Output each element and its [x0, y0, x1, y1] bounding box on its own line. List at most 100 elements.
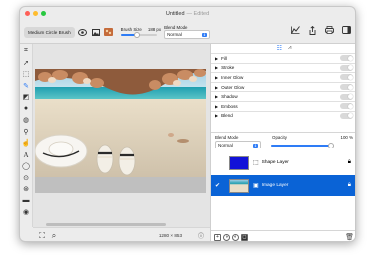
- print-icon[interactable]: [324, 25, 334, 35]
- effect-toggle[interactable]: [340, 93, 353, 100]
- gradient-icon[interactable]: ▬: [22, 197, 31, 206]
- brush-icon[interactable]: ✎: [22, 82, 31, 91]
- clone-stamp-icon[interactable]: ⊙: [22, 174, 31, 183]
- fit-to-screen-icon[interactable]: ⛶: [37, 231, 47, 241]
- layer-name: Shape Layer: [261, 160, 289, 165]
- effect-row[interactable]: ▶ Stroke: [211, 62, 355, 73]
- brush-size-slider[interactable]: [120, 31, 157, 38]
- histogram-icon[interactable]: [290, 25, 300, 35]
- effect-row[interactable]: ▶ Inner Glow: [211, 72, 355, 82]
- shape-layer-icon: ⬚: [253, 160, 259, 166]
- layers-list: ⬚ Shape Layer 🔒︎ ✔ ▣ Image Layer 🔒︎: [211, 148, 355, 233]
- visibility-check-icon[interactable]: ✔: [215, 182, 229, 189]
- disclosure-triangle-icon[interactable]: ▶: [215, 56, 218, 61]
- text-icon[interactable]: A: [22, 151, 31, 160]
- disclosure-triangle-icon[interactable]: ▶: [215, 113, 218, 118]
- effects-list: ▶ Fill ▶ Stroke ▶ Inner Glow ▶ Outer Glow ▶ Shado…: [211, 53, 355, 121]
- share-icon[interactable]: [307, 25, 317, 35]
- mask-icon[interactable]: ◐: [232, 233, 239, 241]
- effect-row[interactable]: ▶ Emboss: [211, 100, 355, 111]
- effect-label: Inner Glow: [221, 74, 244, 80]
- heal-icon[interactable]: ⊛: [22, 185, 31, 194]
- effect-row[interactable]: ▶ Outer Glow: [211, 81, 355, 92]
- tool-palette: ⌗ ➚ ⬚ ✎ ◩ ● ◍ ⚲ ☝ A ◯ ⊙ ⊛ ▬ ◉: [20, 44, 33, 227]
- zoom-icon[interactable]: ⌕: [49, 231, 59, 241]
- effect-label: Emboss: [221, 103, 238, 109]
- minimize-window-button[interactable]: [33, 11, 38, 16]
- effect-row[interactable]: ▶ Fill: [211, 53, 355, 63]
- window-controls: [25, 11, 46, 16]
- disclosure-triangle-icon[interactable]: ▶: [215, 94, 218, 99]
- chevron-updown-icon: ⇕: [202, 32, 208, 37]
- brush-size-control: Brush Size 188 px: [120, 27, 161, 38]
- blur-icon[interactable]: ◍: [22, 116, 31, 125]
- histogram-tab-icon[interactable]: ⩘: [288, 45, 291, 52]
- blend-mode-select[interactable]: Normal ⇕: [164, 30, 211, 39]
- duplicate-layer-icon[interactable]: ◑: [223, 233, 230, 241]
- app-window: Untitled — Edited Medium Circle Brush Br…: [19, 6, 356, 242]
- image-layer-icon: ▣: [253, 183, 259, 189]
- toolbar-right: [290, 25, 351, 35]
- dodge-icon[interactable]: ⚲: [22, 128, 31, 137]
- move-arrow-icon[interactable]: ➚: [22, 59, 31, 68]
- effect-label: Blend: [221, 113, 233, 119]
- canvas-image[interactable]: [35, 69, 206, 193]
- effect-label: Stroke: [221, 65, 235, 71]
- brush-preset-button[interactable]: Medium Circle Brush: [24, 26, 75, 38]
- inspector-panel: ☷ ⩘ ▶ Fill ▶ Stroke ▶ Inner Glow ▶ Outer Glow ▶ S…: [210, 44, 355, 241]
- effect-toggle[interactable]: [340, 84, 353, 91]
- pattern-icon[interactable]: [104, 27, 114, 37]
- texture-icon[interactable]: [91, 27, 101, 37]
- layer-blend-mode-label: Blend Mode: [215, 135, 239, 140]
- sidebar-toggle-icon[interactable]: [341, 25, 351, 35]
- title-bar: Untitled — Edited: [20, 7, 355, 21]
- layer-row-shape[interactable]: ⬚ Shape Layer 🔒︎: [211, 152, 355, 173]
- close-window-button[interactable]: [25, 11, 30, 16]
- lock-icon[interactable]: 🔒︎: [348, 159, 351, 166]
- effect-toggle[interactable]: [340, 112, 353, 119]
- brush-size-slider-knob[interactable]: [133, 31, 140, 38]
- trash-icon[interactable]: 🗑︎: [345, 233, 354, 241]
- smudge-icon[interactable]: ☝: [22, 139, 31, 148]
- effect-label: Fill: [221, 55, 227, 61]
- layer-row-image[interactable]: ✔ ▣ Image Layer 🔒︎: [211, 175, 355, 196]
- layer-name: Image Layer: [261, 183, 289, 188]
- effect-label: Outer Glow: [221, 84, 245, 90]
- edited-status: — Edited: [186, 11, 210, 17]
- disclosure-triangle-icon[interactable]: ▶: [215, 75, 218, 80]
- color-swatch-icon[interactable]: ◉: [22, 208, 31, 217]
- horizontal-scrollbar[interactable]: [36, 223, 186, 226]
- disclosure-triangle-icon[interactable]: ▶: [215, 104, 218, 109]
- info-icon[interactable]: ⓘ: [196, 231, 206, 241]
- toolbar: Medium Circle Brush Brush Size 188 px Bl…: [20, 21, 355, 44]
- zoom-window-button[interactable]: [41, 11, 46, 16]
- canvas-status-bar: ⛶ ⌕ 1280 × 853 ⓘ: [33, 227, 210, 241]
- effect-toggle[interactable]: [340, 64, 353, 71]
- opacity-label: Opacity: [272, 135, 287, 140]
- effect-row[interactable]: ▶ Shadow: [211, 91, 355, 101]
- effect-row[interactable]: ▶ Blend: [211, 110, 355, 121]
- selection-icon[interactable]: ⬚: [22, 70, 31, 79]
- effect-toggle[interactable]: [340, 103, 353, 110]
- fill-drop-icon[interactable]: ●: [22, 105, 31, 114]
- effect-label: Shadow: [221, 94, 238, 100]
- adjustment-layer-icon[interactable]: ◻: [241, 233, 248, 241]
- shape-icon[interactable]: ◯: [22, 162, 31, 171]
- disclosure-triangle-icon[interactable]: ▶: [215, 65, 218, 70]
- blend-mode-value: Normal: [167, 32, 182, 37]
- window-title: Untitled: [165, 11, 185, 17]
- effect-toggle[interactable]: [340, 74, 353, 81]
- canvas-area[interactable]: [33, 44, 210, 227]
- eraser-icon[interactable]: ◩: [22, 93, 31, 102]
- effect-toggle[interactable]: [340, 55, 353, 62]
- disclosure-triangle-icon[interactable]: ▶: [215, 85, 218, 90]
- chevron-updown-icon: ⇕: [252, 143, 258, 148]
- canvas-dimensions: 1280 × 853: [158, 233, 182, 238]
- brush-shape-icon[interactable]: [78, 27, 88, 37]
- adjustments-sliders-icon[interactable]: ☷: [277, 45, 282, 52]
- crop-icon[interactable]: ⌗: [22, 47, 31, 56]
- lock-icon[interactable]: 🔒︎: [348, 182, 351, 189]
- layers-toolbar: + ◑ ◐ ◻ 🗑︎: [211, 230, 355, 241]
- layer-blend-section: Blend Mode Opacity 100 % Normal ⇕: [211, 132, 355, 150]
- add-layer-icon[interactable]: +: [214, 233, 221, 241]
